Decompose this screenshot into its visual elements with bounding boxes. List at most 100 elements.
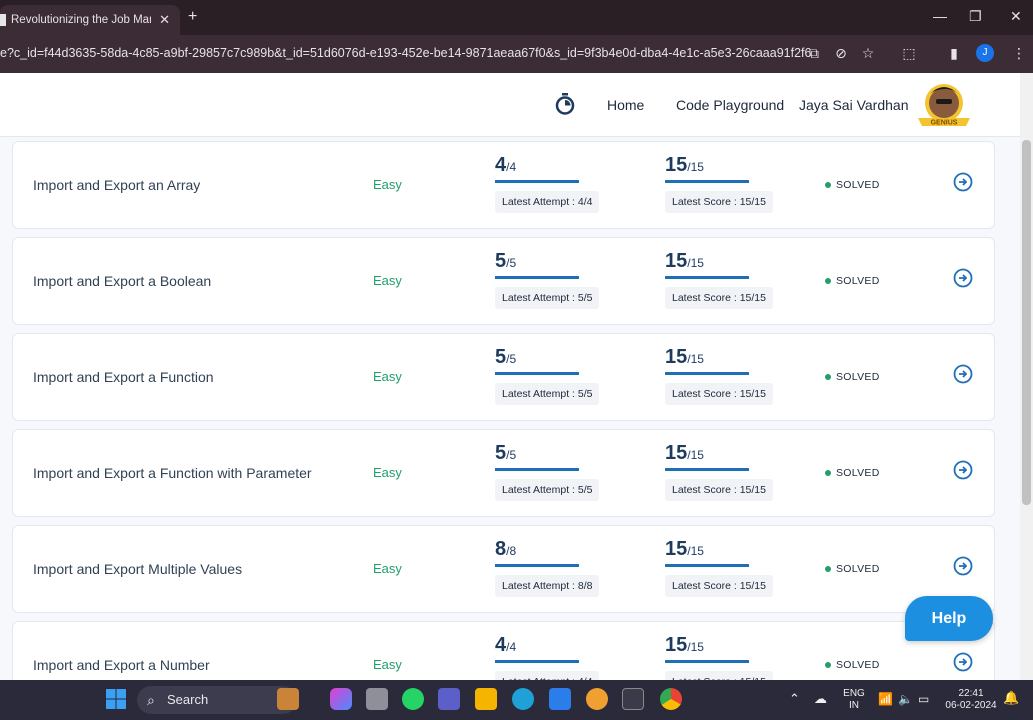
user-avatar[interactable]: GENIUS bbox=[916, 82, 972, 128]
score-metric: 15/15 Latest Score : 15/15 bbox=[665, 250, 777, 309]
address-bar[interactable]: e?c_id=f44d3635-58da-4c85-a9bf-29857c7c9… bbox=[0, 35, 1033, 73]
difficulty-badge: Easy bbox=[373, 657, 402, 672]
whatsapp-icon[interactable] bbox=[402, 688, 424, 710]
list-item[interactable]: Import and Export a Function with Parame… bbox=[12, 429, 995, 517]
app-icon[interactable] bbox=[586, 688, 608, 710]
teams-icon[interactable] bbox=[438, 688, 460, 710]
chrome-icon[interactable] bbox=[660, 688, 682, 710]
copilot-icon[interactable] bbox=[330, 688, 352, 710]
score-count: 15 bbox=[665, 634, 688, 656]
attempt-count: 8 bbox=[495, 538, 507, 560]
edge-icon[interactable] bbox=[512, 688, 534, 710]
notification-bell-icon[interactable]: 🔔 bbox=[1003, 691, 1019, 704]
attempt-metric: 5/5 Latest Attempt : 5/5 bbox=[495, 346, 607, 405]
file-explorer-icon[interactable] bbox=[475, 688, 497, 710]
arrow-right-circle-icon[interactable] bbox=[953, 556, 973, 576]
attempt-metric: 4/4 Latest Attempt : 4/4 bbox=[495, 634, 607, 680]
user-name[interactable]: Jaya Sai Vardhan bbox=[799, 97, 908, 113]
scrollbar-thumb[interactable] bbox=[1022, 140, 1031, 505]
minimize-icon[interactable]: — bbox=[933, 8, 947, 24]
windows-start-icon[interactable] bbox=[105, 688, 127, 710]
search-icon: ⌕ bbox=[147, 692, 155, 708]
status-badge: SOLVED bbox=[825, 563, 880, 575]
latest-attempt: Latest Attempt : 5/5 bbox=[495, 479, 600, 501]
latest-score: Latest Score : 15/15 bbox=[665, 575, 773, 597]
myhp-icon[interactable] bbox=[549, 688, 571, 710]
difficulty-badge: Easy bbox=[373, 561, 402, 576]
question-list: Import and Export an Array Easy 4/4 Late… bbox=[0, 137, 1020, 680]
eye-off-icon[interactable]: ⊘ bbox=[832, 44, 850, 62]
language-indicator[interactable]: ENG IN bbox=[841, 688, 867, 712]
question-title[interactable]: Import and Export an Array bbox=[33, 177, 200, 193]
attempt-count: 5 bbox=[495, 250, 507, 272]
list-item[interactable]: Import and Export a Function Easy 5/5 La… bbox=[12, 333, 995, 421]
bookmark-star-icon[interactable]: ☆ bbox=[859, 44, 877, 62]
cloud-icon[interactable]: ☁ bbox=[814, 692, 827, 705]
url-text[interactable]: e?c_id=f44d3635-58da-4c85-a9bf-29857c7c9… bbox=[0, 46, 811, 60]
tab-close-icon[interactable]: ✕ bbox=[159, 12, 170, 28]
widget-icon[interactable] bbox=[277, 688, 299, 710]
attempt-total: /8 bbox=[506, 544, 517, 558]
question-title[interactable]: Import and Export a Function bbox=[33, 369, 214, 385]
latest-attempt: Latest Attempt : 4/4 bbox=[495, 671, 600, 680]
question-title[interactable]: Import and Export a Boolean bbox=[33, 273, 211, 289]
score-total: /15 bbox=[687, 256, 704, 270]
question-title[interactable]: Import and Export Multiple Values bbox=[33, 561, 242, 577]
status-badge: SOLVED bbox=[825, 371, 880, 383]
score-total: /15 bbox=[687, 352, 704, 366]
chevron-up-icon[interactable]: ⌃ bbox=[789, 692, 800, 705]
wifi-icon[interactable]: 📶 bbox=[878, 693, 893, 705]
list-item[interactable]: Import and Export a Number Easy 4/4 Late… bbox=[12, 621, 995, 680]
attempt-metric: 5/5 Latest Attempt : 5/5 bbox=[495, 442, 607, 501]
volume-icon[interactable]: 🔈 bbox=[898, 693, 913, 705]
arrow-right-circle-icon[interactable] bbox=[953, 460, 973, 480]
lang-bottom: IN bbox=[849, 700, 859, 711]
arrow-right-circle-icon[interactable] bbox=[953, 652, 973, 672]
status-dot-icon bbox=[825, 278, 831, 285]
tab-title: Revolutionizing the Job Market bbox=[11, 14, 151, 26]
score-bar bbox=[665, 372, 749, 375]
browser-tab[interactable]: Revolutionizing the Job Market ✕ bbox=[0, 5, 180, 35]
new-tab-icon[interactable]: + bbox=[188, 8, 197, 26]
attempt-count: 4 bbox=[495, 154, 507, 176]
task-view-icon[interactable] bbox=[366, 688, 388, 710]
help-button[interactable]: Help bbox=[905, 596, 993, 641]
profile-avatar[interactable]: J bbox=[976, 44, 994, 62]
open-external-icon[interactable]: ⧉ bbox=[805, 44, 823, 62]
arrow-right-circle-icon[interactable] bbox=[953, 268, 973, 288]
battery-icon[interactable]: ▭ bbox=[918, 693, 929, 705]
latest-score: Latest Score : 15/15 bbox=[665, 191, 773, 213]
arrow-right-circle-icon[interactable] bbox=[953, 364, 973, 384]
stopwatch-icon[interactable] bbox=[555, 93, 575, 115]
attempt-total: /5 bbox=[506, 448, 517, 462]
list-item[interactable]: Import and Export a Boolean Easy 5/5 Lat… bbox=[12, 237, 995, 325]
arrow-right-circle-icon[interactable] bbox=[953, 172, 973, 192]
taskbar-search[interactable]: ⌕ Search bbox=[137, 686, 297, 714]
question-title[interactable]: Import and Export a Function with Parame… bbox=[33, 465, 312, 481]
extensions-icon[interactable]: ⬚ bbox=[900, 44, 918, 62]
status-text: SOLVED bbox=[836, 179, 880, 191]
clock[interactable]: 22:41 06-02-2024 bbox=[943, 688, 999, 712]
nav-code-playground[interactable]: Code Playground bbox=[676, 97, 784, 113]
store-icon[interactable] bbox=[622, 688, 644, 710]
question-title[interactable]: Import and Export a Number bbox=[33, 657, 210, 673]
favicon-icon bbox=[0, 14, 6, 26]
menu-dots-icon[interactable]: ⋮ bbox=[1010, 44, 1028, 62]
latest-attempt: Latest Attempt : 5/5 bbox=[495, 287, 600, 309]
window-close-icon[interactable]: ✕ bbox=[1010, 8, 1022, 25]
attempt-count: 5 bbox=[495, 442, 507, 464]
status-dot-icon bbox=[825, 374, 831, 381]
attempt-total: /5 bbox=[506, 256, 517, 270]
sidepanel-icon[interactable]: ▮ bbox=[945, 44, 963, 62]
nav-home[interactable]: Home bbox=[607, 97, 644, 113]
maximize-icon[interactable]: ❐ bbox=[969, 8, 982, 25]
attempt-metric: 8/8 Latest Attempt : 8/8 bbox=[495, 538, 607, 597]
attempt-bar bbox=[495, 660, 579, 663]
list-item[interactable]: Import and Export an Array Easy 4/4 Late… bbox=[12, 141, 995, 229]
list-item[interactable]: Import and Export Multiple Values Easy 8… bbox=[12, 525, 995, 613]
score-metric: 15/15 Latest Score : 15/15 bbox=[665, 442, 777, 501]
latest-score: Latest Score : 15/15 bbox=[665, 287, 773, 309]
score-count: 15 bbox=[665, 538, 688, 560]
score-total: /15 bbox=[687, 640, 704, 654]
status-dot-icon bbox=[825, 182, 831, 189]
